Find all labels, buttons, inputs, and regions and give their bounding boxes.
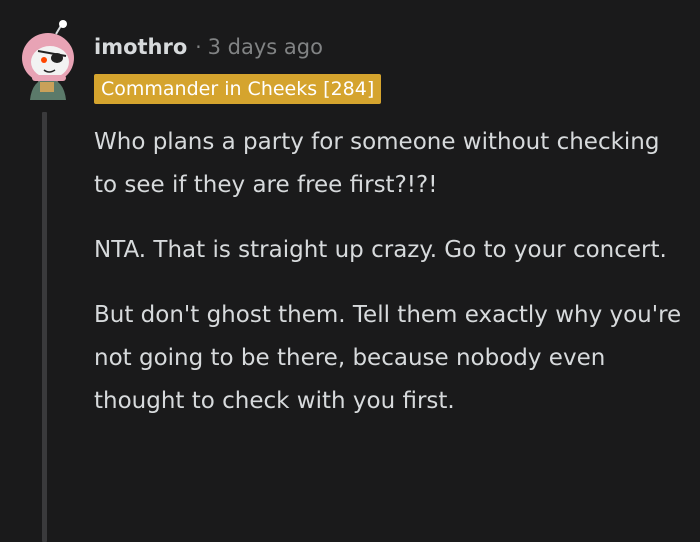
comment-timestamp[interactable]: 3 days ago: [208, 35, 323, 59]
user-avatar[interactable]: [18, 20, 76, 100]
comment-paragraph: NTA. That is straight up crazy. Go to yo…: [94, 237, 667, 263]
comment-paragraph: Who plans a party for someone without ch…: [94, 129, 660, 198]
comment-body: Who plans a party for someone without ch…: [94, 121, 684, 445]
user-flair: Commander in Cheeks [284]: [94, 74, 382, 104]
comment: imothro · 3 days ago Commander in Cheeks…: [0, 0, 700, 542]
meta-separator: ·: [195, 35, 202, 59]
thread-collapse-line[interactable]: [42, 112, 47, 542]
snoo-avatar-icon: [22, 20, 74, 100]
comment-paragraph: But don't ghost them. Tell them exactly …: [94, 302, 682, 414]
username-link[interactable]: imothro: [94, 35, 187, 59]
comment-meta: imothro · 3 days ago: [94, 31, 323, 63]
